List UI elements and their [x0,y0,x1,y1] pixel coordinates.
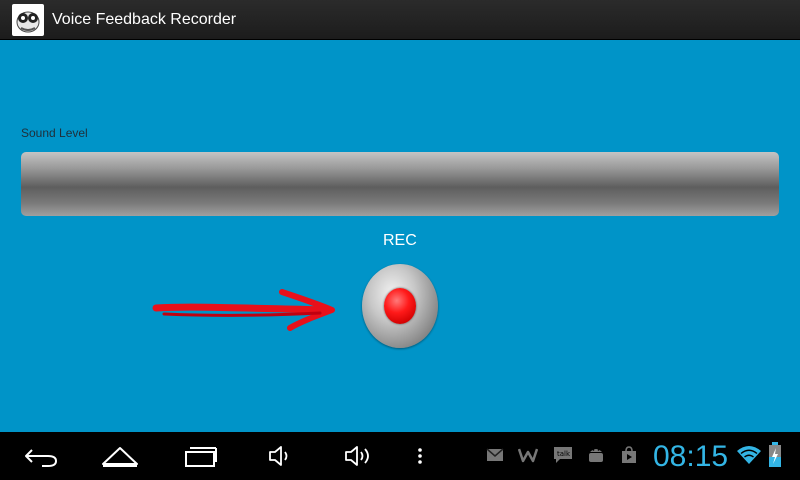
record-icon [384,288,416,324]
w-app-icon[interactable] [518,446,538,464]
volume-up-icon[interactable] [342,442,376,470]
rec-label: REC [383,232,417,249]
android-icon[interactable] [586,446,606,464]
app-title: Voice Feedback Recorder [52,10,237,28]
talk-icon[interactable]: talk [553,446,573,464]
sound-level-label: Sound Level [21,126,88,140]
wifi-icon[interactable] [736,444,762,466]
action-bar: Voice Feedback Recorder [0,0,800,40]
red-arrow-annotation [152,289,335,331]
home-icon[interactable] [100,442,140,470]
volume-down-icon[interactable] [266,442,294,470]
system-navigation-bar: talk 08:15 [0,432,800,480]
main-content: Sound Level REC [0,40,800,432]
back-icon[interactable] [22,442,60,470]
menu-icon[interactable] [412,442,428,470]
clock[interactable]: 08:15 [653,440,728,474]
record-button[interactable] [362,264,438,348]
battery-icon[interactable] [768,442,782,468]
svg-text:talk: talk [557,450,571,458]
sound-level-bar [21,152,779,216]
gmail-icon[interactable] [486,446,504,464]
app-logo-icon[interactable] [12,3,44,36]
store-icon[interactable] [620,446,638,464]
recent-apps-icon[interactable] [182,442,218,470]
